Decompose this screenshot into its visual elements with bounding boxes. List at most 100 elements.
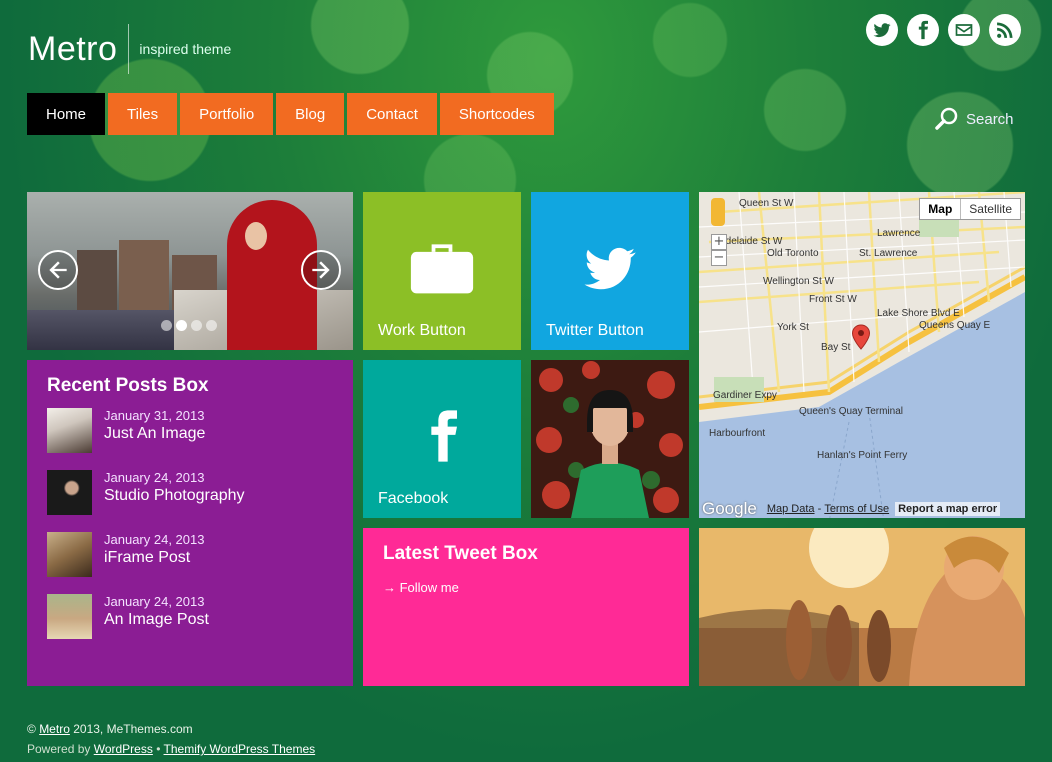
slider-dot[interactable] [191, 320, 202, 331]
map-label: Wellington St W [763, 276, 834, 287]
map-label: Hanlan's Point Ferry [817, 450, 908, 461]
slider-pagination [161, 320, 217, 331]
post-thumbnail[interactable] [47, 470, 92, 515]
footer-company: MeThemes.com [106, 722, 193, 736]
post-date: January 24, 2013 [104, 470, 205, 485]
slider-dot[interactable] [161, 320, 172, 331]
site-logo[interactable]: Metro [28, 30, 117, 69]
search-icon [935, 107, 958, 130]
rss-icon[interactable] [989, 14, 1021, 46]
beach-photo-tile[interactable] [699, 528, 1025, 686]
map-type-satellite-button[interactable]: Satellite [960, 199, 1020, 219]
copyright-symbol: © [27, 722, 36, 736]
email-icon[interactable] [948, 14, 980, 46]
report-map-error-link[interactable]: Report a map error [895, 502, 1001, 516]
search-button[interactable]: Search [934, 106, 1014, 132]
map-label: Front St W [809, 294, 857, 305]
footer-bullet: • [156, 742, 161, 756]
recent-post-item[interactable]: January 24, 2013 An Image Post [47, 594, 337, 640]
google-map[interactable]: Queen St W Adelaide St W Old Toronto Law… [699, 192, 1025, 518]
twitter-button-label: Twitter Button [546, 322, 644, 339]
nav-item-tiles[interactable]: Tiles [108, 93, 178, 135]
map-marker-icon[interactable] [851, 324, 871, 350]
slider-next-button[interactable] [301, 250, 341, 290]
map-label: Queens Quay E [919, 320, 991, 331]
post-title-link[interactable]: An Image Post [104, 611, 209, 629]
slider-dot[interactable] [176, 320, 187, 331]
post-date: January 31, 2013 [104, 408, 205, 423]
map-data-link[interactable]: Map Data [767, 503, 815, 515]
recent-post-item[interactable]: January 31, 2013 Just An Image [47, 408, 337, 454]
terms-of-use-link[interactable]: Terms of Use [824, 503, 889, 515]
recent-posts-box: Recent Posts Box January 31, 2013 Just A… [27, 360, 353, 686]
footer-copyright-line: © Metro 2013, MeThemes.com [27, 719, 315, 739]
slider-image-face [245, 222, 267, 250]
facebook-icon[interactable] [907, 14, 939, 46]
slider-image-building [77, 250, 117, 310]
site-footer: © Metro 2013, MeThemes.com Powered by Wo… [27, 719, 315, 759]
arrow-left-icon [49, 261, 67, 279]
nav-item-contact[interactable]: Contact [347, 93, 437, 135]
map-label: York St [777, 322, 809, 333]
facebook-tile[interactable]: Facebook [363, 360, 521, 518]
twitter-button-tile[interactable]: Twitter Button [531, 192, 689, 350]
post-date: January 24, 2013 [104, 532, 205, 547]
powered-by-text: Powered by [27, 742, 91, 756]
portfolio-photo-tile[interactable] [531, 360, 689, 518]
map-zoom-control: + − [711, 198, 729, 266]
post-thumbnail[interactable] [47, 408, 92, 453]
latest-tweet-box: Latest Tweet Box → Follow me [363, 528, 689, 686]
map-label: Lawrence [877, 228, 921, 239]
post-thumbnail[interactable] [47, 594, 92, 639]
search-label: Search [966, 110, 1014, 128]
beach-image [699, 528, 1025, 686]
recent-posts-title: Recent Posts Box [47, 375, 209, 396]
arrow-right-icon [312, 261, 330, 279]
post-title-link[interactable]: Studio Photography [104, 487, 245, 505]
nav-item-shortcodes[interactable]: Shortcodes [439, 93, 554, 135]
zoom-in-button[interactable]: + [711, 234, 727, 250]
map-label: Queen's Quay Terminal [799, 406, 903, 417]
nav-item-blog[interactable]: Blog [276, 93, 345, 135]
page: Metro inspired theme Home Tiles Portfoli… [0, 0, 1052, 762]
nav-item-portfolio[interactable]: Portfolio [180, 93, 274, 135]
pegman-icon[interactable] [711, 198, 725, 226]
work-button-tile[interactable]: Work Button [363, 192, 521, 350]
map-label: Old Toronto [767, 248, 819, 259]
map-label: Gardiner Expy [713, 390, 777, 401]
facebook-logo-icon [431, 410, 457, 462]
post-title-link[interactable]: iFrame Post [104, 549, 190, 567]
image-slider[interactable] [27, 192, 353, 350]
work-button-label: Work Button [378, 322, 466, 339]
footer-year: 2013, [73, 722, 104, 736]
recent-post-item[interactable]: January 24, 2013 iFrame Post [47, 532, 337, 578]
site-tagline: inspired theme [139, 41, 232, 57]
post-date: January 24, 2013 [104, 594, 205, 609]
post-thumbnail[interactable] [47, 532, 92, 577]
map-label: Lake Shore Blvd E [877, 308, 960, 319]
recent-post-item[interactable]: January 24, 2013 Studio Photography [47, 470, 337, 516]
map-label: Queen St W [739, 198, 794, 209]
social-links [866, 14, 1021, 46]
map-footer-separator: - [814, 503, 825, 515]
google-logo: Google [702, 499, 757, 518]
map-label: Harbourfront [709, 428, 766, 439]
latest-tweet-title: Latest Tweet Box [383, 543, 538, 564]
slider-dot[interactable] [206, 320, 217, 331]
post-title-link[interactable]: Just An Image [104, 425, 205, 443]
map-footer: Google Map Data - Terms of Use Report a … [699, 499, 1025, 518]
footer-site-link[interactable]: Metro [39, 722, 70, 736]
zoom-out-button[interactable]: − [711, 250, 727, 266]
wordpress-link[interactable]: WordPress [94, 742, 153, 756]
slider-image-building [119, 240, 169, 310]
map-type-map-button[interactable]: Map [920, 199, 960, 219]
map-type-control: Map Satellite [919, 198, 1021, 220]
follow-me-link[interactable]: → Follow me [383, 580, 459, 595]
twitter-icon[interactable] [866, 14, 898, 46]
themify-link[interactable]: Themify WordPress Themes [164, 742, 316, 756]
briefcase-icon [410, 244, 474, 294]
nav-item-home[interactable]: Home [27, 93, 106, 135]
brand-divider [128, 24, 130, 74]
slider-prev-button[interactable] [38, 250, 78, 290]
site-brand: Metro inspired theme [28, 24, 231, 74]
